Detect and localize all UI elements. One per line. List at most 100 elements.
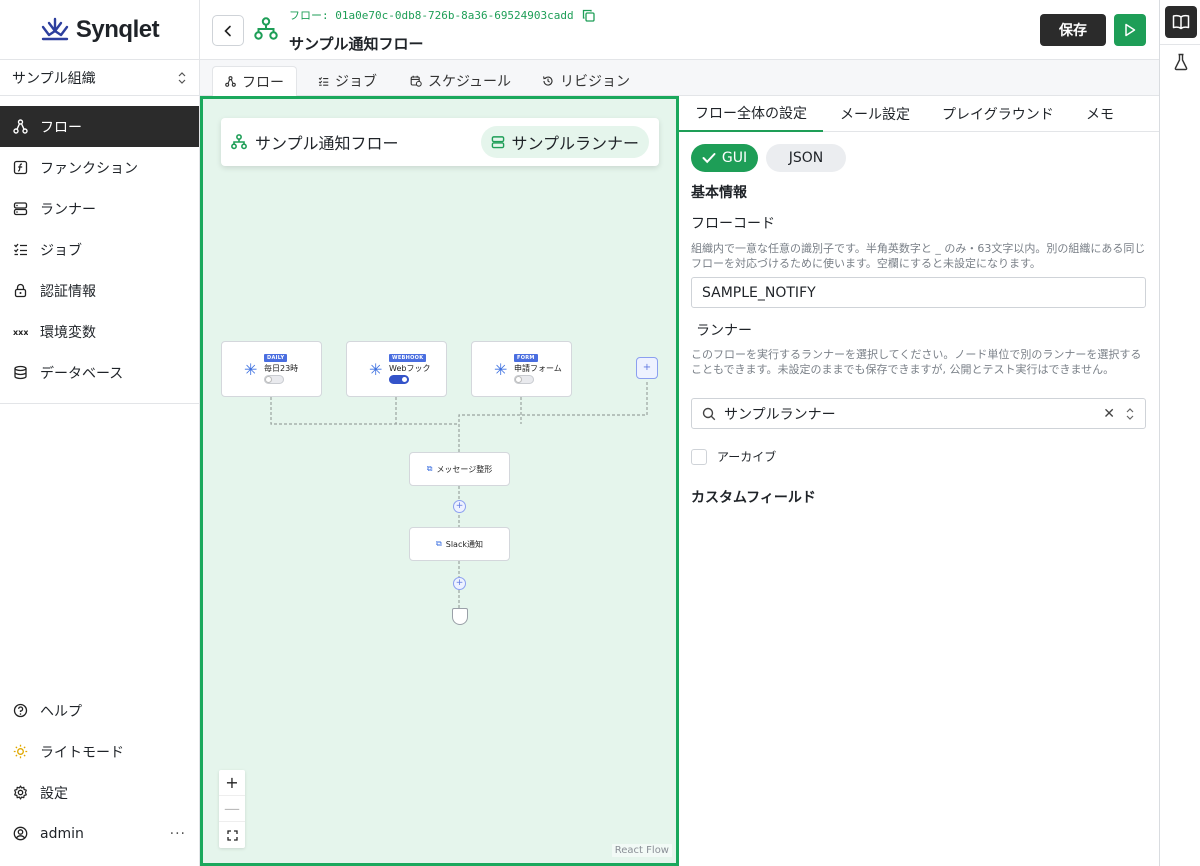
org-selector-label: サンプル組織 xyxy=(12,70,96,87)
sidebar-item-jobs[interactable]: ジョブ xyxy=(0,229,199,270)
sidebar-item-light-mode[interactable]: ライトモード xyxy=(0,731,199,772)
action-node-format-message[interactable]: ⧉ メッセージ整形 xyxy=(409,452,510,486)
runner-help: このフローを実行するランナーを選択してください。ノード単位で別のランナーを選択す… xyxy=(691,348,1142,376)
org-selector[interactable]: サンプル組織 xyxy=(0,60,199,96)
trigger-label: 申請フォーム xyxy=(514,364,562,373)
mode-gui-label: GUI xyxy=(721,150,748,166)
user-icon xyxy=(13,826,28,841)
tab-revisions[interactable]: リビジョン xyxy=(530,66,642,96)
server-icon xyxy=(13,201,28,216)
strip-divider xyxy=(1160,44,1200,45)
trigger-toggle[interactable] xyxy=(514,375,534,384)
function-node-icon: ⧉ xyxy=(426,464,433,473)
sidebar-item-label: admin xyxy=(40,825,84,842)
flow-canvas[interactable]: サンプル通知フロー サンプルランナー ✳ DAILY 毎日23時 ✳ WEBHO… xyxy=(200,96,679,866)
archive-checkbox[interactable] xyxy=(691,448,707,465)
tab-schedule[interactable]: スケジュール xyxy=(398,66,523,96)
sidebar-item-label: ジョブ xyxy=(40,242,82,259)
runner-label: ランナー xyxy=(696,323,752,339)
tab-jobs[interactable]: ジョブ xyxy=(306,66,389,96)
tab-flow-settings[interactable]: フロー全体の設定 xyxy=(679,96,823,132)
flow-id-value: 01a0e70c-0db8-726b-8a36-69524903cadd xyxy=(335,9,574,22)
flow-code-input[interactable]: SAMPLE_NOTIFY xyxy=(691,277,1146,308)
test-button[interactable] xyxy=(1165,46,1197,78)
zoom-controls: + — xyxy=(219,770,245,848)
app-root: Synqlet サンプル組織 フロー ファンクション ランナー ジョブ 認証情報… xyxy=(0,0,1200,866)
sidebar-item-label: データベース xyxy=(40,365,124,382)
page-header: フロー: 01a0e70c-0db8-726b-8a36-69524903cad… xyxy=(200,0,1160,60)
tab-mail-settings[interactable]: メール設定 xyxy=(840,96,910,132)
tab-flow[interactable]: フロー xyxy=(212,66,297,96)
sidebar-item-help[interactable]: ヘルプ xyxy=(0,690,199,731)
lock-icon xyxy=(13,283,28,298)
page-title: サンプル通知フロー xyxy=(289,35,424,53)
sidebar-item-label: 環境変数 xyxy=(40,324,96,341)
function-node-icon: ⧉ xyxy=(436,539,442,548)
action-node-slack-notify[interactable]: ⧉ Slack通知 xyxy=(409,527,510,561)
runner-select-value: サンプルランナー xyxy=(724,406,836,423)
add-node-button[interactable]: + xyxy=(453,577,466,590)
flow-id-prefix: フロー: xyxy=(289,9,329,22)
more-options-icon[interactable]: ··· xyxy=(170,826,186,842)
action-label: メッセージ整形 xyxy=(436,464,493,474)
trigger-node-webhook[interactable]: ✳ WEBHOOK Webフック xyxy=(346,341,447,397)
flow-icon xyxy=(13,119,28,134)
gear-icon xyxy=(13,785,28,800)
tab-playground[interactable]: プレイグラウンド xyxy=(942,96,1054,132)
mode-gui-button[interactable]: GUI xyxy=(691,144,758,172)
sidebar-item-runner[interactable]: ランナー xyxy=(0,188,199,229)
chevron-left-icon xyxy=(224,25,231,36)
sidebar-item-function[interactable]: ファンクション xyxy=(0,147,199,188)
sidebar-item-database[interactable]: データベース xyxy=(0,352,199,393)
flow-id: フロー: 01a0e70c-0db8-726b-8a36-69524903cad… xyxy=(289,7,595,23)
trigger-icon: ✳ xyxy=(494,359,508,379)
sun-icon xyxy=(13,744,28,759)
sidebar-divider xyxy=(0,403,199,404)
add-trigger-button[interactable]: + xyxy=(636,357,658,379)
save-button[interactable]: 保存 xyxy=(1040,14,1106,46)
flask-icon xyxy=(1174,53,1188,71)
react-flow-attribution[interactable]: React Flow xyxy=(611,844,672,857)
tab-label: スケジュール xyxy=(428,74,512,90)
sidebar-item-env-vars[interactable]: xxx 環境変数 xyxy=(0,311,199,352)
add-node-button[interactable]: + xyxy=(453,500,466,513)
tab-memo[interactable]: メモ xyxy=(1086,96,1114,132)
back-button[interactable] xyxy=(212,15,244,46)
sidebar-item-flow[interactable]: フロー xyxy=(0,106,199,147)
sidebar-item-credentials[interactable]: 認証情報 xyxy=(0,270,199,311)
trigger-toggle[interactable] xyxy=(264,375,284,384)
svg-text:xxx: xxx xyxy=(13,328,28,337)
flow-code-value: SAMPLE_NOTIFY xyxy=(702,284,816,301)
trigger-label: Webフック xyxy=(389,364,431,373)
runner-select[interactable]: サンプルランナー ✕ xyxy=(691,398,1146,429)
sidebar-item-label: ライトモード xyxy=(40,744,124,761)
basic-info-heading: 基本情報 xyxy=(691,185,747,201)
brand-logo[interactable]: Synqlet xyxy=(0,0,199,60)
trigger-toggle[interactable] xyxy=(389,375,409,384)
trigger-badge: FORM xyxy=(514,354,538,362)
copy-icon[interactable] xyxy=(582,9,595,22)
fit-view-button[interactable] xyxy=(219,822,245,848)
sidebar-item-settings[interactable]: 設定 xyxy=(0,772,199,813)
zoom-out-button[interactable]: — xyxy=(219,796,245,822)
trigger-node-daily[interactable]: ✳ DAILY 毎日23時 xyxy=(221,341,322,397)
chevron-updown-icon xyxy=(1126,407,1134,420)
docs-button[interactable] xyxy=(1165,6,1197,38)
settings-panel: フロー全体の設定 メール設定 プレイグラウンド メモ GUI JSON 基本情報… xyxy=(679,96,1159,866)
mode-json-button[interactable]: JSON xyxy=(766,144,846,172)
sidebar-item-user[interactable]: admin ··· xyxy=(0,813,199,854)
run-button[interactable] xyxy=(1114,14,1146,46)
trigger-node-form[interactable]: ✳ FORM 申請フォーム xyxy=(471,341,572,397)
book-icon xyxy=(1172,14,1190,30)
brand-name: Synqlet xyxy=(75,15,160,43)
sidebar-bottom: ヘルプ ライトモード 設定 admin ··· xyxy=(0,690,199,854)
custom-fields-heading: カスタムフィールド xyxy=(691,490,816,506)
zoom-in-button[interactable]: + xyxy=(219,770,245,796)
trigger-badge: DAILY xyxy=(264,354,288,362)
history-icon xyxy=(543,76,553,86)
synqlet-logo-icon xyxy=(41,17,69,40)
flow-tabs: フロー ジョブ スケジュール リビジョン xyxy=(200,60,1160,96)
clear-icon[interactable]: ✕ xyxy=(1103,406,1115,422)
sidebar-item-label: ランナー xyxy=(40,201,96,218)
trigger-icon: ✳ xyxy=(369,359,383,379)
